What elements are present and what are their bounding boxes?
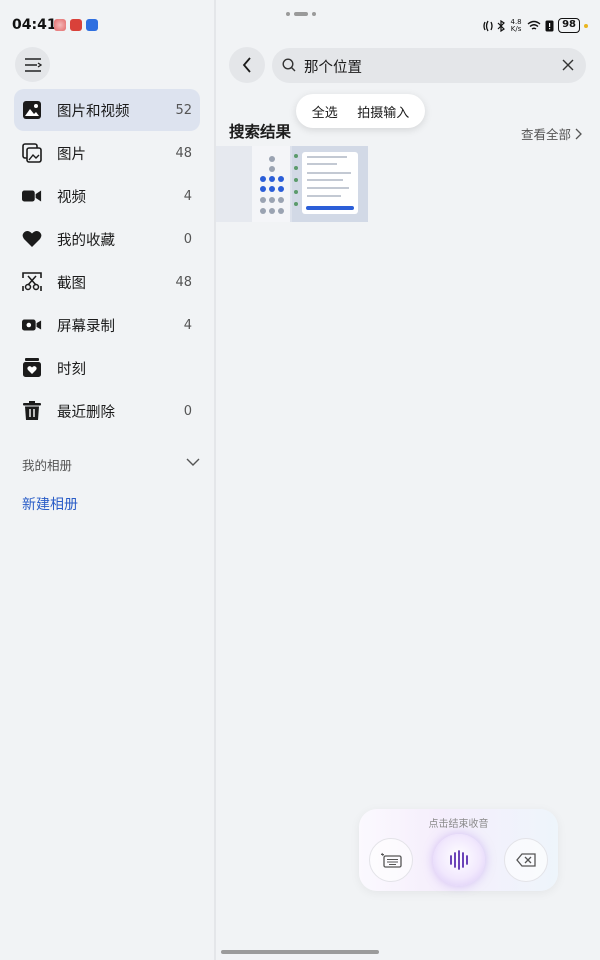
sidebar-item-videos[interactable]: 视频 4 [14, 175, 200, 217]
sidebar-item-screenshots[interactable]: 截图 48 [14, 261, 200, 303]
menu-button[interactable] [15, 47, 50, 82]
sidebar-item-count: 0 [183, 403, 192, 419]
screen-record-icon [22, 315, 42, 335]
app-notification-icon [54, 19, 66, 31]
sidebar-item-label: 图片 [57, 146, 86, 163]
sidebar-item-label: 图片和视频 [57, 103, 130, 120]
moments-icon [22, 358, 42, 378]
voice-hint-text: 点击结束收音 [428, 819, 489, 830]
camera-input-button[interactable]: 拍摄输入 [357, 102, 409, 121]
sidebar-item-label: 我的收藏 [57, 232, 115, 249]
trash-icon [22, 401, 42, 421]
sidebar-item-count: 4 [183, 317, 192, 333]
multiwindow-handle[interactable] [286, 12, 316, 16]
sidebar-item-count: 0 [183, 231, 192, 247]
nfc-icon [483, 20, 493, 31]
sidebar-item-screen-recording[interactable]: 屏幕录制 4 [14, 304, 200, 346]
new-album-link[interactable]: 新建相册 [22, 494, 78, 514]
search-result-thumbnail[interactable] [216, 146, 368, 222]
screenshot-icon [22, 272, 42, 292]
select-all-button[interactable]: 全选 [312, 102, 338, 121]
sidebar-item-photos-videos[interactable]: 图片和视频 52 [14, 89, 200, 131]
sound-wave-icon [450, 850, 468, 870]
my-albums-header[interactable]: 我的相册 [22, 455, 72, 474]
sidebar-item-recently-deleted[interactable]: 最近删除 0 [14, 390, 200, 432]
sidebar-item-moments[interactable]: 时刻 [14, 347, 200, 389]
menu-icon [24, 57, 42, 72]
photo-video-icon [22, 100, 42, 120]
home-indicator[interactable] [221, 950, 379, 954]
status-time: 04:41 [12, 17, 57, 33]
delete-button[interactable] [504, 838, 548, 882]
sidebar-item-label: 屏幕录制 [57, 318, 115, 335]
sidebar-item-label: 时刻 [57, 361, 86, 378]
heart-icon [22, 229, 42, 249]
video-icon [22, 186, 42, 206]
keyboard-button[interactable] [369, 838, 413, 882]
screenshot-thumbnail-image [216, 146, 368, 222]
bluetooth-icon [497, 19, 506, 32]
sidebar-item-count: 52 [175, 102, 192, 118]
network-speed-icon: 4.8 K/s [510, 17, 522, 33]
sidebar: 图片和视频 52 图片 48 视频 4 我的收藏 0 截图 48 屏幕录制 4 … [0, 47, 214, 960]
keyboard-icon [381, 852, 402, 868]
sidebar-item-count: 48 [175, 145, 192, 161]
search-query[interactable]: 那个位置 [304, 56, 362, 77]
back-arrow-icon [242, 57, 251, 73]
search-icon [282, 58, 296, 72]
charging-dot [584, 23, 588, 28]
app-notification-icon [70, 19, 82, 31]
sidebar-item-label: 截图 [57, 275, 86, 292]
sidebar-item-count: 48 [175, 274, 192, 290]
sidebar-item-label: 最近删除 [57, 404, 115, 421]
back-button[interactable] [229, 47, 265, 83]
status-bar: 04:41 4.8 K/s 98 [0, 0, 600, 52]
view-all-label: 查看全部 [521, 127, 572, 142]
images-icon [22, 143, 42, 163]
view-all-link[interactable]: 查看全部 [521, 124, 582, 143]
search-input[interactable]: 那个位置 [272, 48, 586, 83]
chevron-down-icon[interactable] [186, 458, 200, 466]
sidebar-item-count: 4 [183, 188, 192, 204]
wifi-icon [527, 20, 541, 30]
search-results-title: 搜索结果 [229, 123, 292, 141]
app-notification-icon [86, 19, 98, 31]
sidebar-item-favorites[interactable]: 我的收藏 0 [14, 218, 200, 260]
pane-divider[interactable] [214, 0, 216, 960]
status-indicators: 4.8 K/s 98 [483, 18, 588, 33]
voice-input-panel: 点击结束收音 [359, 809, 558, 891]
close-icon[interactable] [562, 59, 574, 71]
sidebar-item-images[interactable]: 图片 48 [14, 132, 200, 174]
stop-recording-button[interactable] [433, 834, 485, 886]
sidebar-item-label: 视频 [57, 189, 86, 206]
chevron-right-icon [575, 128, 582, 139]
backspace-icon [516, 853, 536, 867]
notification-icons [54, 19, 98, 31]
text-selection-popup: 全选 拍摄输入 [296, 94, 425, 128]
alert-icon [545, 20, 554, 31]
battery-icon: 98 [558, 18, 580, 33]
